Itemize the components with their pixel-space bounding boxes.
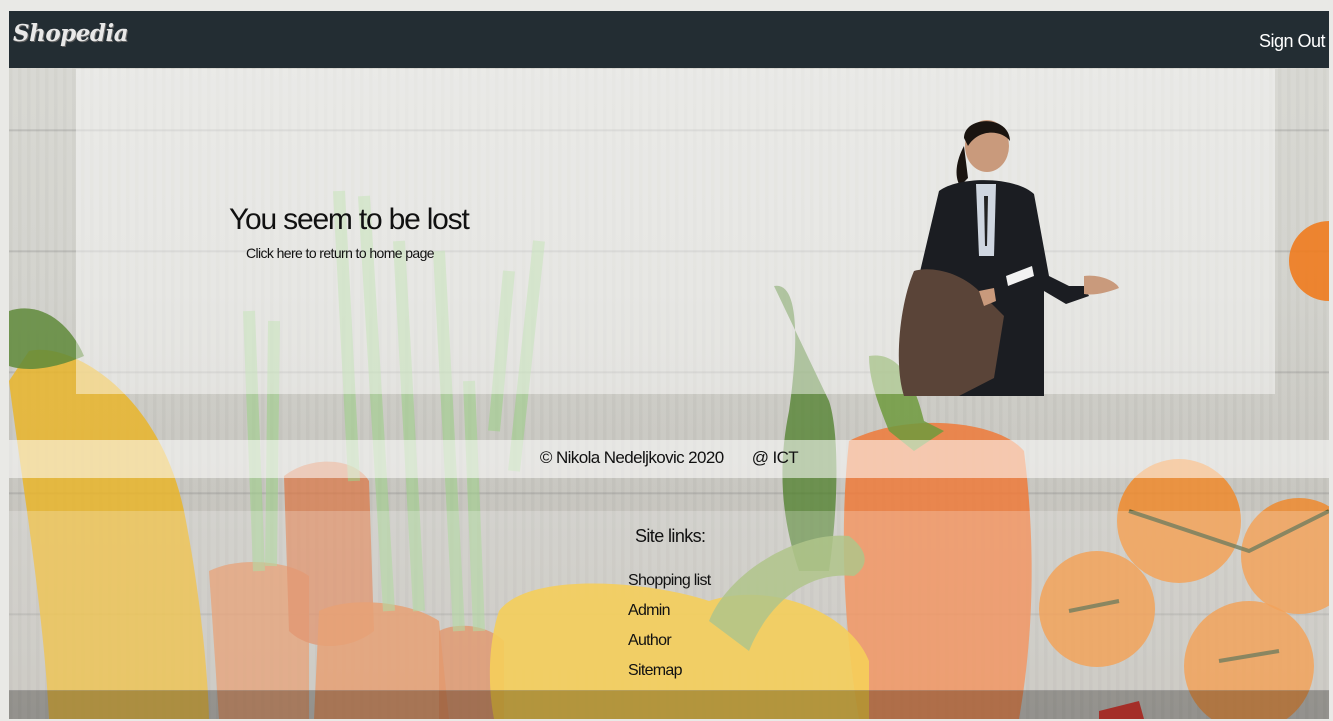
footer-copyright: © Nikola Nedeljkovic 2020 @ ICT [9, 448, 1329, 468]
footer-link-shopping-list[interactable]: Shopping list [628, 571, 711, 601]
site-logo[interactable]: Shopedia [13, 20, 129, 47]
org-text: @ ICT [751, 448, 799, 467]
sign-out-link[interactable]: Sign Out [1259, 31, 1326, 52]
copyright-text: © Nikola Nedeljkovic 2020 [539, 448, 724, 467]
bottom-bar [9, 690, 1329, 719]
confused-man-illustration [898, 120, 1119, 396]
site-links-list: Shopping list Admin Author Sitemap [628, 571, 711, 691]
site-links-title: Site links: [635, 526, 706, 546]
footer-link-sitemap[interactable]: Sitemap [628, 661, 711, 691]
footer-link-author[interactable]: Author [628, 631, 711, 661]
footer-link-admin[interactable]: Admin [628, 601, 711, 631]
lost-heading: You seem to be lost [229, 203, 470, 236]
page-frame: Shopedia Sign Out You seem to be lost Cl… [9, 11, 1329, 719]
return-home-link[interactable]: Click here to return to home page [246, 245, 435, 261]
top-navbar: Shopedia Sign Out [9, 11, 1329, 68]
